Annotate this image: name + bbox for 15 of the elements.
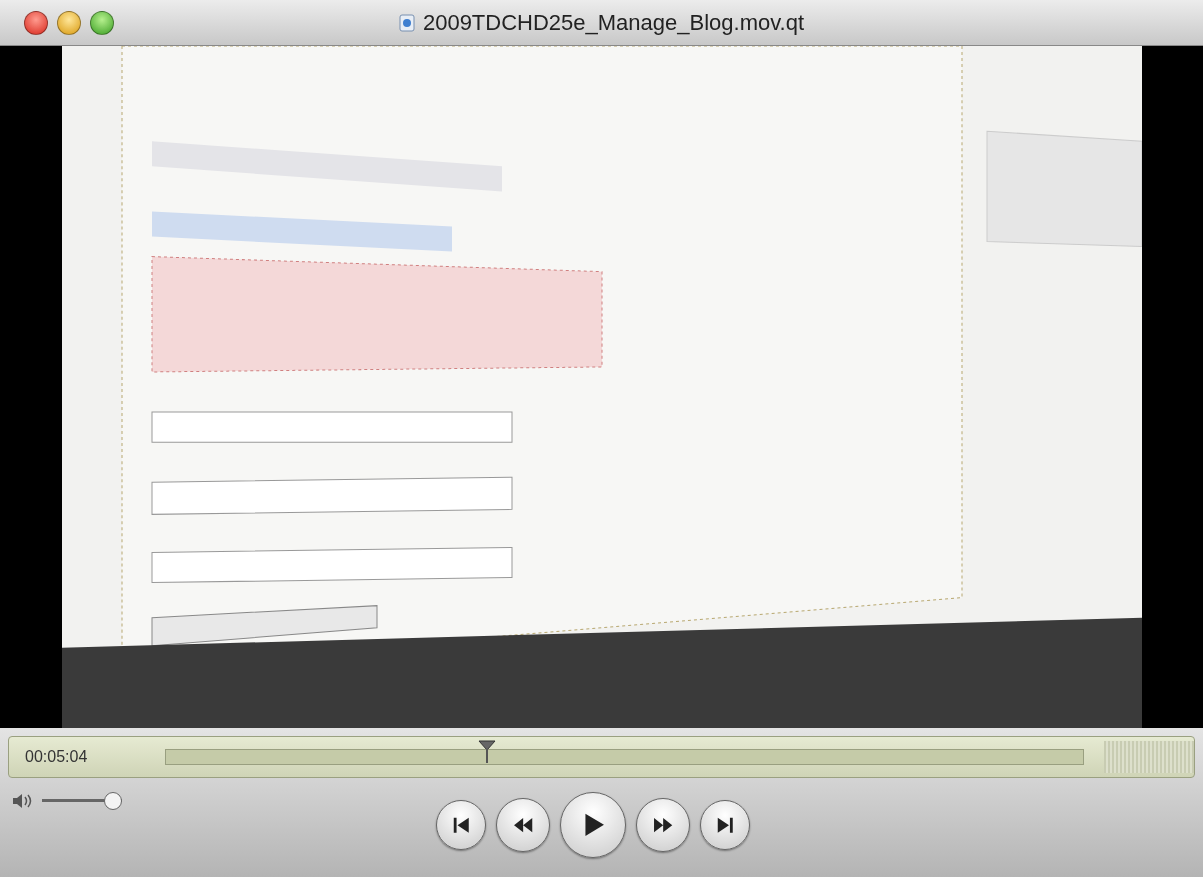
- rewind-button[interactable]: [496, 798, 550, 852]
- speaker-icon[interactable]: [12, 793, 34, 809]
- minimize-button[interactable]: [57, 10, 81, 35]
- timeline-track[interactable]: [165, 749, 1084, 765]
- playhead[interactable]: [477, 740, 496, 764]
- window-title: 2009TDCHD25e_Manage_Blog.mov.qt: [422, 9, 805, 36]
- close-button[interactable]: [24, 10, 48, 35]
- start-button[interactable]: [436, 800, 486, 850]
- forward-button[interactable]: [636, 798, 690, 852]
- file-icon: [398, 13, 415, 32]
- end-button[interactable]: [700, 800, 750, 850]
- zoom-button[interactable]: [90, 10, 114, 35]
- volume-thumb[interactable]: [104, 792, 122, 810]
- time-display: 00:05:04: [25, 748, 89, 766]
- play-button[interactable]: [560, 792, 626, 858]
